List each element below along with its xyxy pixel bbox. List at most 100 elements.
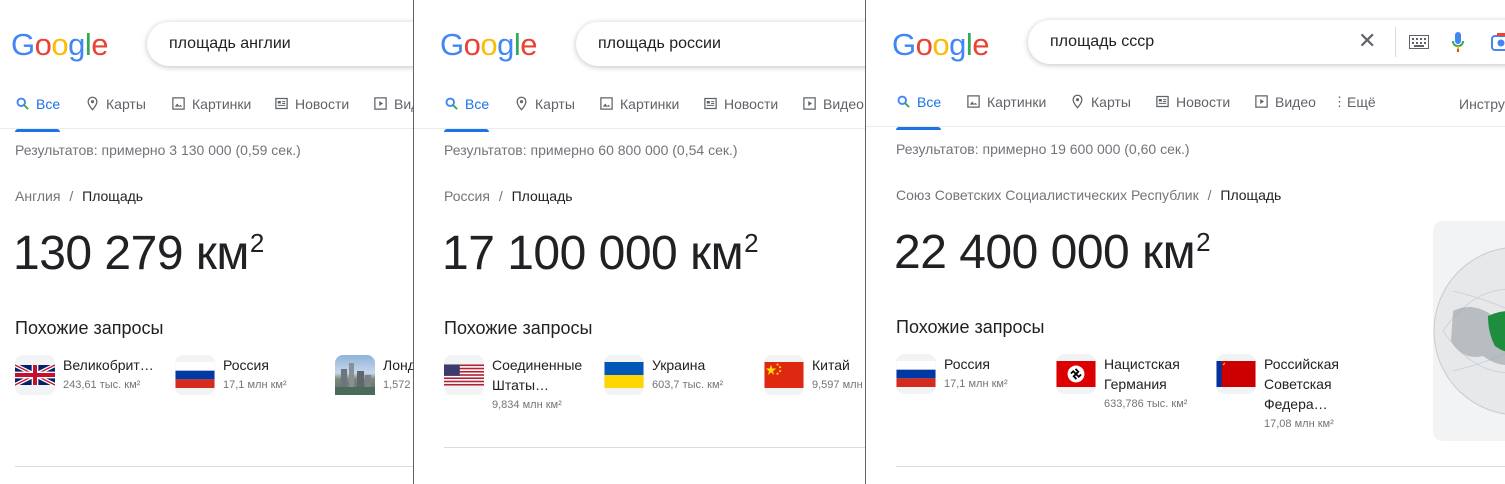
tab-news[interactable]: Новости	[1155, 90, 1230, 130]
active-tab-indicator	[444, 129, 490, 132]
camera-icon[interactable]	[1490, 31, 1505, 53]
news-icon	[704, 97, 717, 110]
related-item[interactable]: Нацистская Германия 633,786 тыс. км²	[1056, 354, 1187, 412]
logo-letter: g	[497, 27, 514, 62]
tab-all[interactable]: Все	[15, 92, 61, 132]
related-item[interactable]: Великобрит… 243,61 тыс. км²	[15, 355, 154, 395]
related-item[interactable]: Российская Советская Федера… 17,08 млн к…	[1216, 354, 1339, 432]
related-item[interactable]: Россия 17,1 млн км²	[896, 354, 1008, 394]
search-panel-russia: Google площадь россии Все Карты Картинки…	[414, 0, 866, 484]
rsfsr-flag-icon	[1216, 354, 1256, 394]
answer-unit-exponent: 2	[744, 228, 759, 258]
clear-icon[interactable]: ✕	[1358, 28, 1376, 54]
breadcrumb-parent[interactable]: Англия	[15, 188, 60, 204]
russia-flag-icon	[896, 354, 936, 394]
keyboard-icon[interactable]	[1409, 35, 1429, 49]
related-item[interactable]: Лонд 1,572	[335, 355, 414, 395]
breadcrumb-parent[interactable]: Россия	[444, 188, 490, 204]
tab-images[interactable]: Картинки	[599, 92, 679, 132]
related-value: 17,08 млн км²	[1264, 418, 1334, 430]
related-item[interactable]: Россия 17,1 млн км²	[175, 355, 287, 395]
tab-maps[interactable]: Карты	[1070, 90, 1131, 130]
london-photo-icon	[335, 355, 375, 395]
map-pin-icon	[516, 96, 527, 111]
microphone-icon[interactable]	[1451, 31, 1465, 53]
related-value: 243,61 тыс. км²	[63, 379, 141, 391]
search-icon	[445, 97, 458, 110]
breadcrumb-current: Площадь	[511, 188, 573, 204]
tab-video[interactable]: Видео	[802, 92, 864, 132]
tab-maps[interactable]: Карты	[85, 92, 146, 132]
tab-video[interactable]: Видео	[1254, 90, 1316, 130]
active-tab-indicator	[15, 129, 61, 132]
google-logo[interactable]: Google	[440, 27, 538, 62]
related-item[interactable]: Украина 603,7 тыс. км²	[604, 355, 723, 395]
logo-letter: o	[932, 27, 950, 62]
ussr-map-thumbnail[interactable]	[1433, 221, 1505, 441]
related-name-line: Соединенные	[492, 357, 583, 373]
related-name-line: Советская	[1264, 376, 1332, 392]
breadcrumb: Россия / Площадь	[444, 188, 573, 204]
tab-label: Ещё	[1347, 94, 1376, 110]
related-name: Великобрит…	[63, 357, 154, 373]
results-count: Результатов: примерно 3 130 000 (0,59 се…	[15, 142, 301, 158]
breadcrumb-current: Площадь	[1220, 187, 1282, 203]
related-name-line: Российская	[1264, 356, 1339, 372]
tab-label: Видео	[1275, 94, 1316, 110]
search-input[interactable]: площадь ссср ✕	[1028, 20, 1505, 64]
logo-letter: o	[51, 27, 69, 62]
logo-letter: g	[949, 27, 966, 62]
answer-number: 17 100 000 км	[442, 227, 744, 280]
tab-maps[interactable]: Карты	[514, 92, 575, 132]
play-icon	[374, 97, 387, 110]
related-name: Китай	[812, 357, 850, 373]
logo-letter: e	[520, 27, 538, 62]
news-icon	[1156, 95, 1169, 108]
related-name-line: Штаты…	[492, 377, 550, 393]
tab-more[interactable]: ⋮ Ещё	[1333, 90, 1376, 130]
search-icon	[16, 97, 29, 110]
logo-letter: o	[463, 27, 481, 62]
play-icon	[803, 97, 816, 110]
answer-value: 130 279 км2	[13, 226, 264, 281]
breadcrumb-parent[interactable]: Союз Советских Социалистических Республи…	[896, 187, 1199, 203]
answer-value: 22 400 000 км2	[894, 225, 1211, 280]
tab-news[interactable]: Новости	[274, 92, 349, 132]
divider	[896, 466, 1505, 467]
breadcrumb-current: Площадь	[82, 188, 144, 204]
results-count: Результатов: примерно 60 800 000 (0,54 с…	[444, 142, 738, 158]
tab-label: Картинки	[620, 96, 680, 112]
tab-images[interactable]: Картинки	[171, 92, 251, 132]
tab-label: Карты	[1091, 94, 1131, 110]
related-title: Похожие запросы	[444, 318, 593, 338]
divider	[1395, 27, 1396, 57]
more-vert-icon: ⋮	[1333, 94, 1346, 109]
tab-news[interactable]: Новости	[703, 92, 778, 132]
answer-number: 22 400 000 км	[894, 226, 1196, 279]
logo-letter: o	[915, 27, 933, 62]
tab-all[interactable]: Все	[444, 92, 490, 132]
image-icon	[967, 95, 980, 108]
tab-label: Все	[36, 96, 61, 112]
related-item[interactable]: Китай 9,597 млн	[764, 355, 863, 395]
search-input[interactable]: площадь россии	[576, 22, 866, 66]
search-query: площадь ссср	[1050, 33, 1155, 50]
related-value: 1,572	[383, 379, 411, 391]
search-panel-ussr: Google площадь ссср ✕ Все Картинки Карты…	[866, 0, 1505, 484]
tab-all[interactable]: Все	[896, 90, 942, 130]
tab-label: Новости	[724, 96, 779, 112]
related-item[interactable]: Соединенные Штаты… 9,834 млн км²	[444, 355, 582, 413]
search-icon	[897, 95, 910, 108]
search-panel-england: Google площадь англии Все Карты Картинки…	[0, 0, 414, 484]
tools-button[interactable]: Инстру	[1459, 96, 1505, 112]
logo-letter: o	[480, 27, 498, 62]
google-logo[interactable]: Google	[11, 27, 109, 62]
related-name: Россия	[223, 357, 269, 373]
related-title: Похожие запросы	[15, 318, 164, 338]
globe-map-image	[1433, 221, 1505, 441]
search-input[interactable]: площадь англии	[147, 22, 414, 66]
tab-images[interactable]: Картинки	[966, 90, 1046, 130]
tab-video[interactable]: Вид	[373, 92, 414, 132]
google-logo[interactable]: Google	[892, 27, 990, 62]
related-name: Лонд	[383, 357, 414, 373]
